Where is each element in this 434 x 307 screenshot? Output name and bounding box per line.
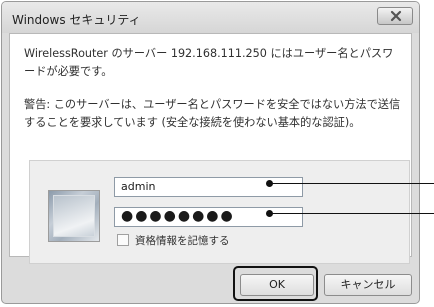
- title-bar: Windows セキュリティ: [2, 2, 419, 33]
- password-pointer-line: [270, 213, 434, 214]
- security-dialog: Windows セキュリティ WirelessRouter のサーバー 192.…: [1, 1, 420, 304]
- dialog-title: Windows セキュリティ: [12, 13, 141, 27]
- remember-label: 資格情報を記憶する: [135, 235, 230, 247]
- username-pointer-line: [270, 183, 434, 184]
- remember-checkbox[interactable]: [117, 234, 129, 246]
- remember-credentials[interactable]: 資格情報を記憶する: [114, 233, 230, 249]
- ok-button-highlight: [233, 266, 318, 301]
- close-button[interactable]: [377, 7, 413, 25]
- password-input[interactable]: ●●●●●●●●: [114, 207, 303, 227]
- auth-message: WirelessRouter のサーバー 192.168.111.250 にはユ…: [24, 47, 394, 78]
- dialog-content: WirelessRouter のサーバー 192.168.111.250 にはユ…: [9, 33, 412, 264]
- credential-panel[interactable]: admin ●●●●●●●● 資格情報を記憶する: [29, 160, 410, 264]
- user-tile-icon: [48, 190, 100, 242]
- security-warning: 警告: このサーバーは、ユーザー名とパスワードを安全ではない方法で送信することを…: [24, 98, 401, 129]
- cancel-button[interactable]: キャンセル: [324, 274, 412, 296]
- username-input[interactable]: admin: [114, 177, 303, 197]
- close-icon: [390, 10, 402, 22]
